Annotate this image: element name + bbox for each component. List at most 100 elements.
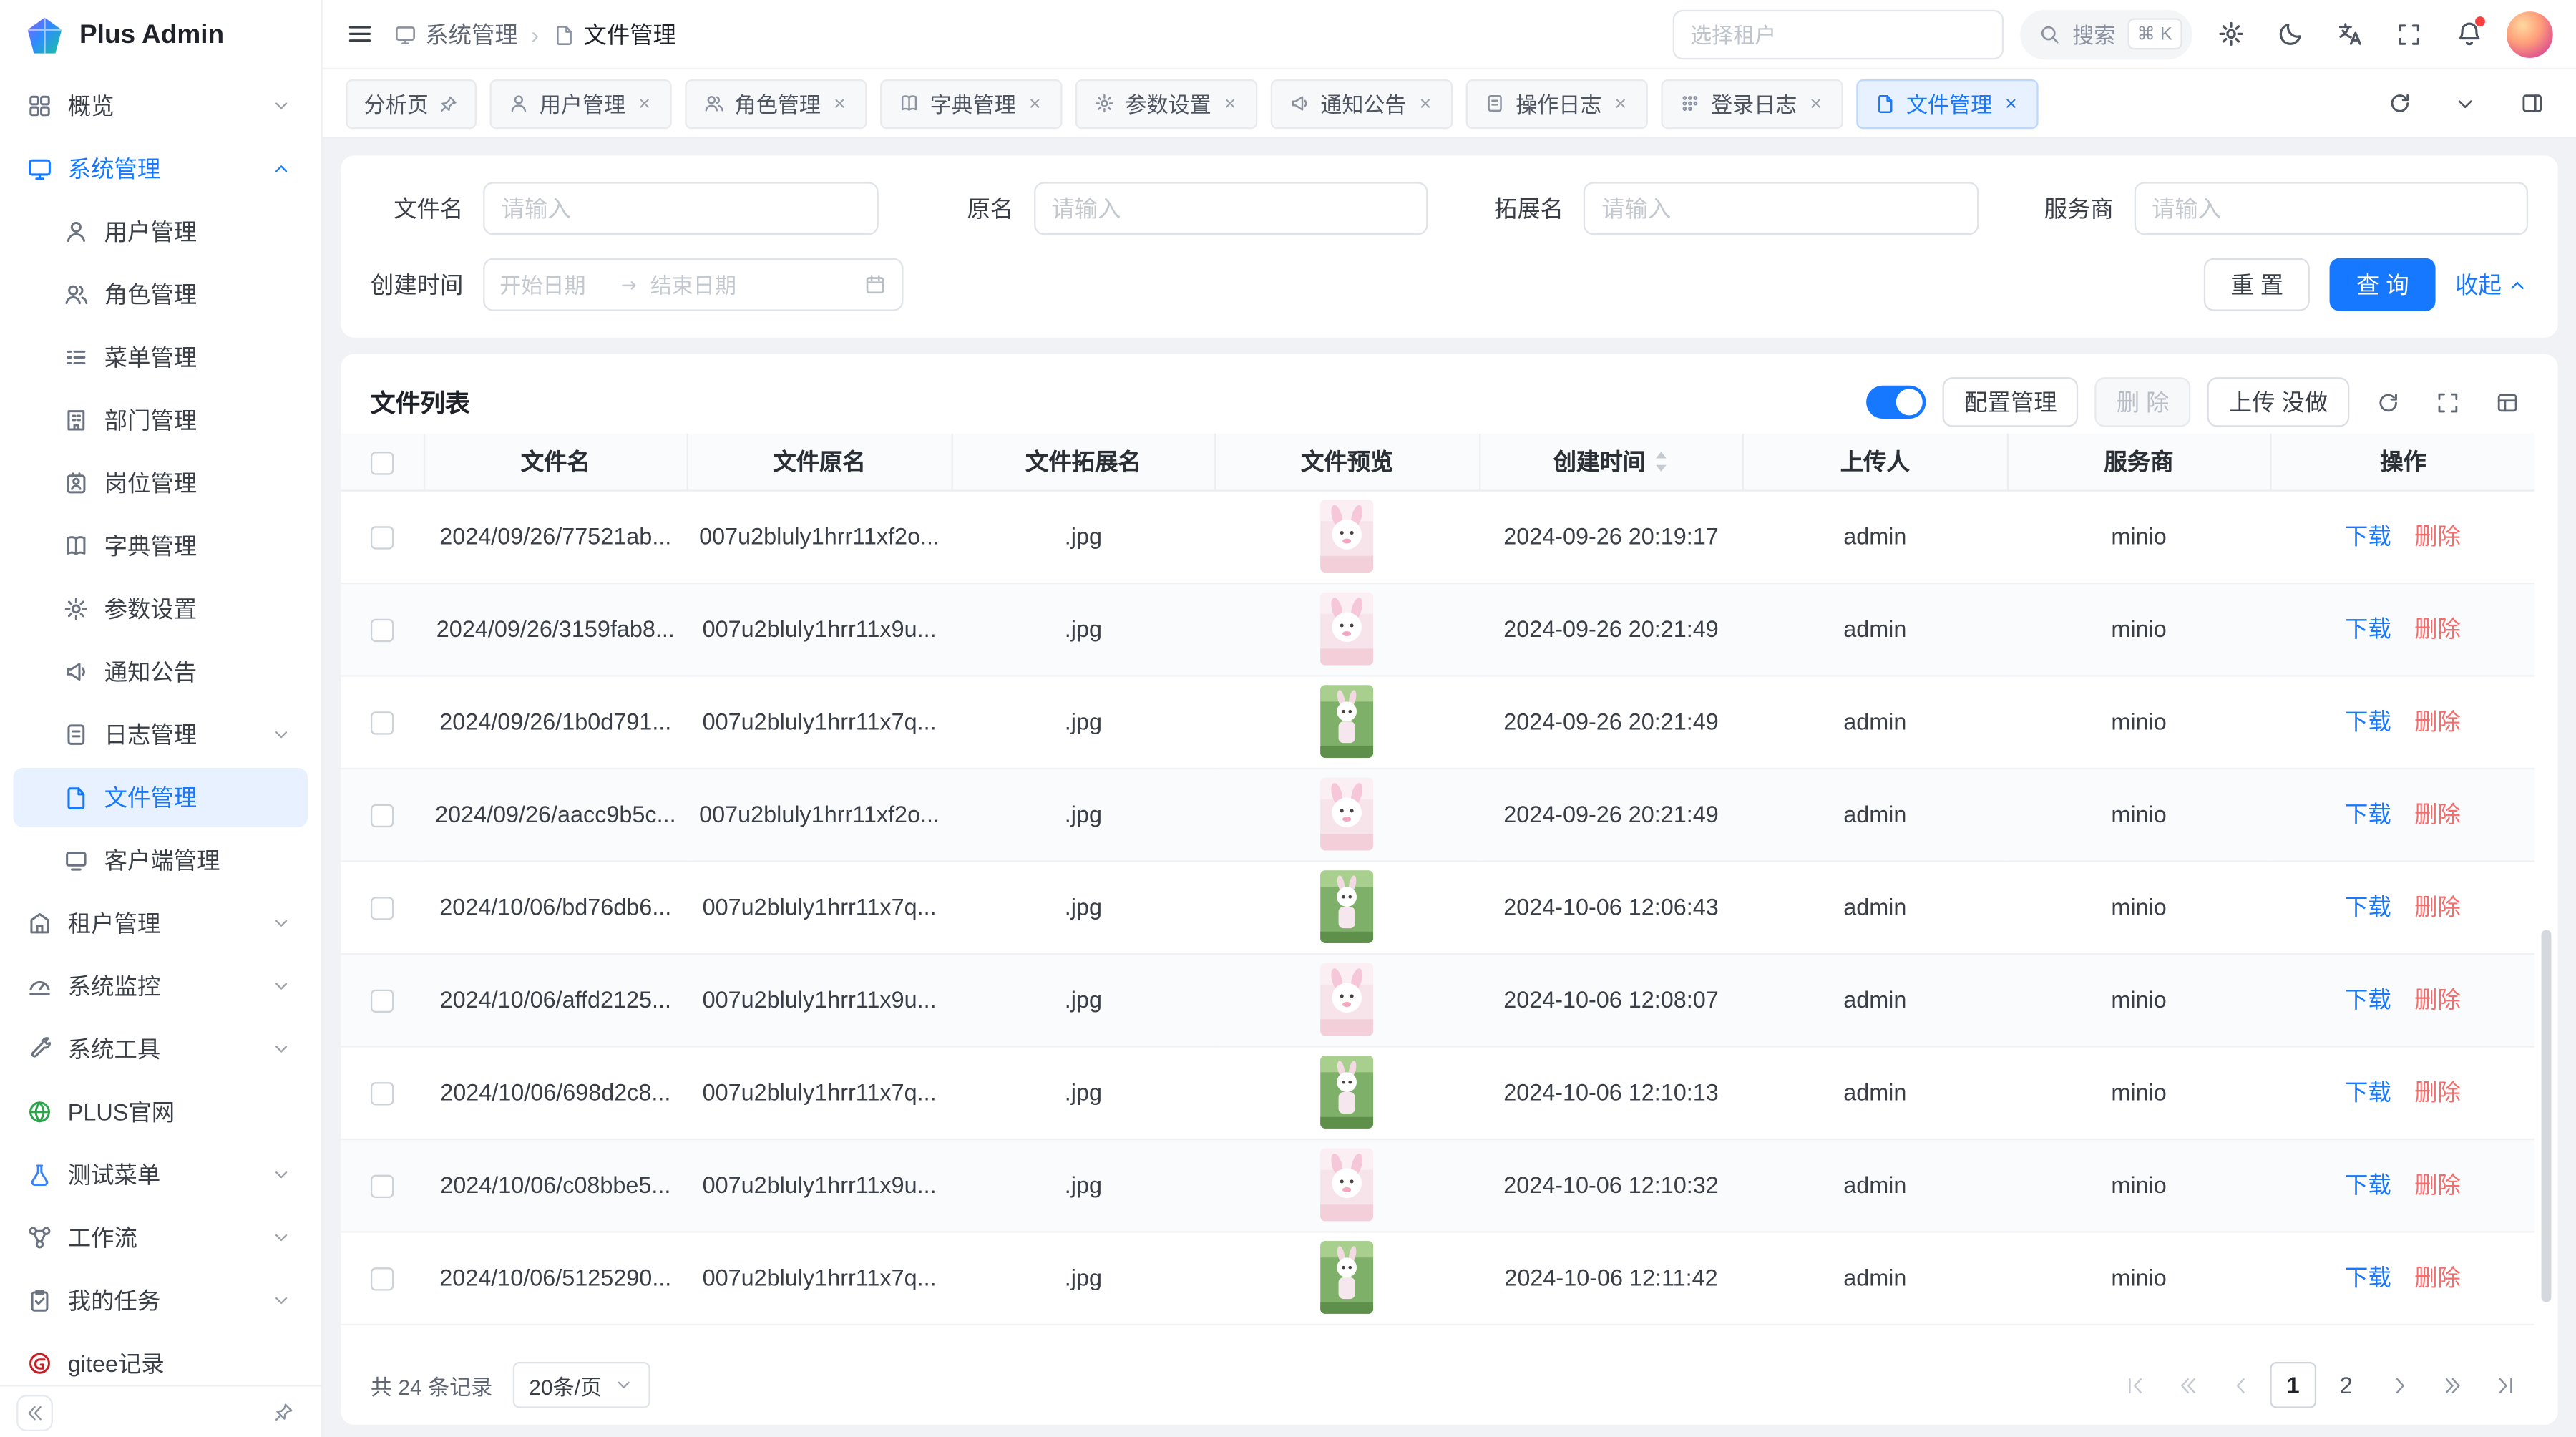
- filter-input-provider[interactable]: [2134, 182, 2528, 235]
- config-manage-button[interactable]: 配置管理: [1943, 377, 2079, 427]
- sidebar-item-files[interactable]: 文件管理: [13, 768, 308, 827]
- sidebar-item-menus[interactable]: 菜单管理: [13, 328, 308, 387]
- row-checkbox[interactable]: [371, 712, 394, 735]
- filter-input-origin-name[interactable]: [1033, 182, 1428, 235]
- date-start-input[interactable]: [499, 272, 609, 297]
- translate-icon[interactable]: [2328, 12, 2371, 55]
- row-checkbox[interactable]: [371, 619, 394, 642]
- breadcrumb-item-files[interactable]: 文件管理: [552, 17, 676, 50]
- delete-link[interactable]: 删除: [2414, 1079, 2461, 1106]
- close-icon[interactable]: [1416, 94, 1434, 112]
- first-page-button[interactable]: [2111, 1362, 2157, 1408]
- close-icon[interactable]: [1221, 94, 1239, 112]
- sidebar-item-tenants[interactable]: 租户管理: [13, 894, 308, 953]
- close-icon[interactable]: [1026, 94, 1044, 112]
- tab-users[interactable]: 用户管理: [489, 79, 671, 128]
- last-page-button[interactable]: [2482, 1362, 2528, 1408]
- column-header[interactable]: 上传人: [1743, 434, 2007, 490]
- download-link[interactable]: 下载: [2345, 1079, 2391, 1106]
- page-size-select[interactable]: 20条/页: [512, 1362, 650, 1408]
- tab-op-log[interactable]: 操作日志: [1466, 79, 1648, 128]
- column-header[interactable]: 文件名: [424, 434, 688, 490]
- sidebar-item-posts[interactable]: 岗位管理: [13, 454, 308, 513]
- dark-mode-moon-icon[interactable]: [2268, 12, 2311, 55]
- download-link[interactable]: 下载: [2345, 986, 2391, 1013]
- download-link[interactable]: 下载: [2345, 894, 2391, 920]
- table-columns-icon[interactable]: [2485, 381, 2528, 424]
- close-icon[interactable]: [831, 94, 849, 112]
- jump-back-button[interactable]: [2164, 1362, 2210, 1408]
- close-icon[interactable]: [1807, 94, 1825, 112]
- column-header[interactable]: 文件拓展名: [952, 434, 1216, 490]
- column-header[interactable]: 文件原名: [688, 434, 952, 490]
- sidebar-item-workflow[interactable]: 工作流: [13, 1208, 308, 1267]
- download-link[interactable]: 下载: [2345, 1265, 2391, 1291]
- cell-preview[interactable]: [1215, 768, 1479, 860]
- table-scrollbar-thumb[interactable]: [2542, 930, 2552, 1302]
- download-link[interactable]: 下载: [2345, 1171, 2391, 1198]
- sidebar-item-roles[interactable]: 角色管理: [13, 265, 308, 324]
- sidebar-pin-icon[interactable]: [261, 1390, 304, 1433]
- sidebar-item-tools[interactable]: 系统工具: [13, 1019, 308, 1078]
- tenant-select[interactable]: 选择租户: [1672, 9, 2003, 59]
- cell-preview[interactable]: [1215, 1231, 1479, 1323]
- tab-roles[interactable]: 角色管理: [685, 79, 867, 128]
- user-avatar[interactable]: [2507, 11, 2553, 57]
- delete-link[interactable]: 删除: [2414, 801, 2461, 827]
- column-header[interactable]: 操作: [2270, 434, 2534, 490]
- delete-link[interactable]: 删除: [2414, 523, 2461, 550]
- global-search[interactable]: 搜索 ⌘ K: [2019, 9, 2192, 59]
- date-end-input[interactable]: [650, 272, 760, 297]
- cell-preview[interactable]: [1215, 953, 1479, 1046]
- row-checkbox[interactable]: [371, 804, 394, 827]
- delete-link[interactable]: 删除: [2414, 615, 2461, 642]
- cell-preview[interactable]: [1215, 489, 1479, 582]
- download-link[interactable]: 下载: [2345, 708, 2391, 735]
- delete-link[interactable]: 删除: [2414, 986, 2461, 1013]
- close-icon[interactable]: [635, 94, 653, 112]
- tab-analysis[interactable]: 分析页: [346, 79, 477, 128]
- reset-button[interactable]: 重 置: [2204, 258, 2310, 311]
- toolbar-toggle[interactable]: [1867, 386, 1926, 419]
- page-number-2[interactable]: 2: [2323, 1362, 2369, 1408]
- jump-forward-button[interactable]: [2429, 1362, 2475, 1408]
- filter-input-file-name[interactable]: [483, 182, 877, 235]
- row-checkbox[interactable]: [371, 527, 394, 550]
- sidebar-item-gitee[interactable]: gitee记录: [13, 1334, 308, 1385]
- sidebar-item-params[interactable]: 参数设置: [13, 579, 308, 638]
- delete-link[interactable]: 删除: [2414, 708, 2461, 735]
- collapse-filter-link[interactable]: 收起: [2455, 268, 2528, 301]
- cell-preview[interactable]: [1215, 860, 1479, 953]
- row-checkbox[interactable]: [371, 990, 394, 1013]
- sidebar-item-dict[interactable]: 字典管理: [13, 516, 308, 575]
- sidebar-collapse-button[interactable]: [16, 1394, 53, 1431]
- cell-preview[interactable]: [1215, 1046, 1479, 1138]
- sidebar-item-clients[interactable]: 客户端管理: [13, 831, 308, 890]
- settings-gear-icon[interactable]: [2209, 12, 2252, 55]
- sidebar-item-users[interactable]: 用户管理: [13, 202, 308, 261]
- filter-input-extension[interactable]: [1584, 182, 1978, 235]
- next-page-button[interactable]: [2376, 1362, 2422, 1408]
- logo[interactable]: Plus Admin: [0, 0, 321, 73]
- row-checkbox[interactable]: [371, 1267, 394, 1290]
- download-link[interactable]: 下载: [2345, 615, 2391, 642]
- prev-page-button[interactable]: [2217, 1362, 2263, 1408]
- hamburger-icon[interactable]: [346, 20, 374, 48]
- notification-bell-icon[interactable]: [2447, 12, 2490, 55]
- tab-dict[interactable]: 字典管理: [880, 79, 1062, 128]
- sidebar-item-my-tasks[interactable]: 我的任务: [13, 1271, 308, 1330]
- cell-preview[interactable]: [1215, 583, 1479, 675]
- upload-button[interactable]: 上传 没做: [2207, 377, 2350, 427]
- close-icon[interactable]: [1611, 94, 1629, 112]
- delete-link[interactable]: 删除: [2414, 1171, 2461, 1198]
- sidebar-item-test-menu[interactable]: 测试菜单: [13, 1145, 308, 1204]
- sidebar-item-overview[interactable]: 概览: [13, 76, 308, 135]
- tabs-layout-icon[interactable]: [2510, 82, 2553, 125]
- column-header[interactable]: 服务商: [2007, 434, 2271, 490]
- fullscreen-icon[interactable]: [2388, 12, 2431, 55]
- tab-files[interactable]: 文件管理: [1857, 79, 2039, 128]
- column-header[interactable]: 创建时间: [1479, 434, 1743, 490]
- tabs-refresh-icon[interactable]: [2378, 82, 2421, 125]
- tab-params[interactable]: 参数设置: [1075, 79, 1257, 128]
- tab-notice[interactable]: 通知公告: [1271, 79, 1453, 128]
